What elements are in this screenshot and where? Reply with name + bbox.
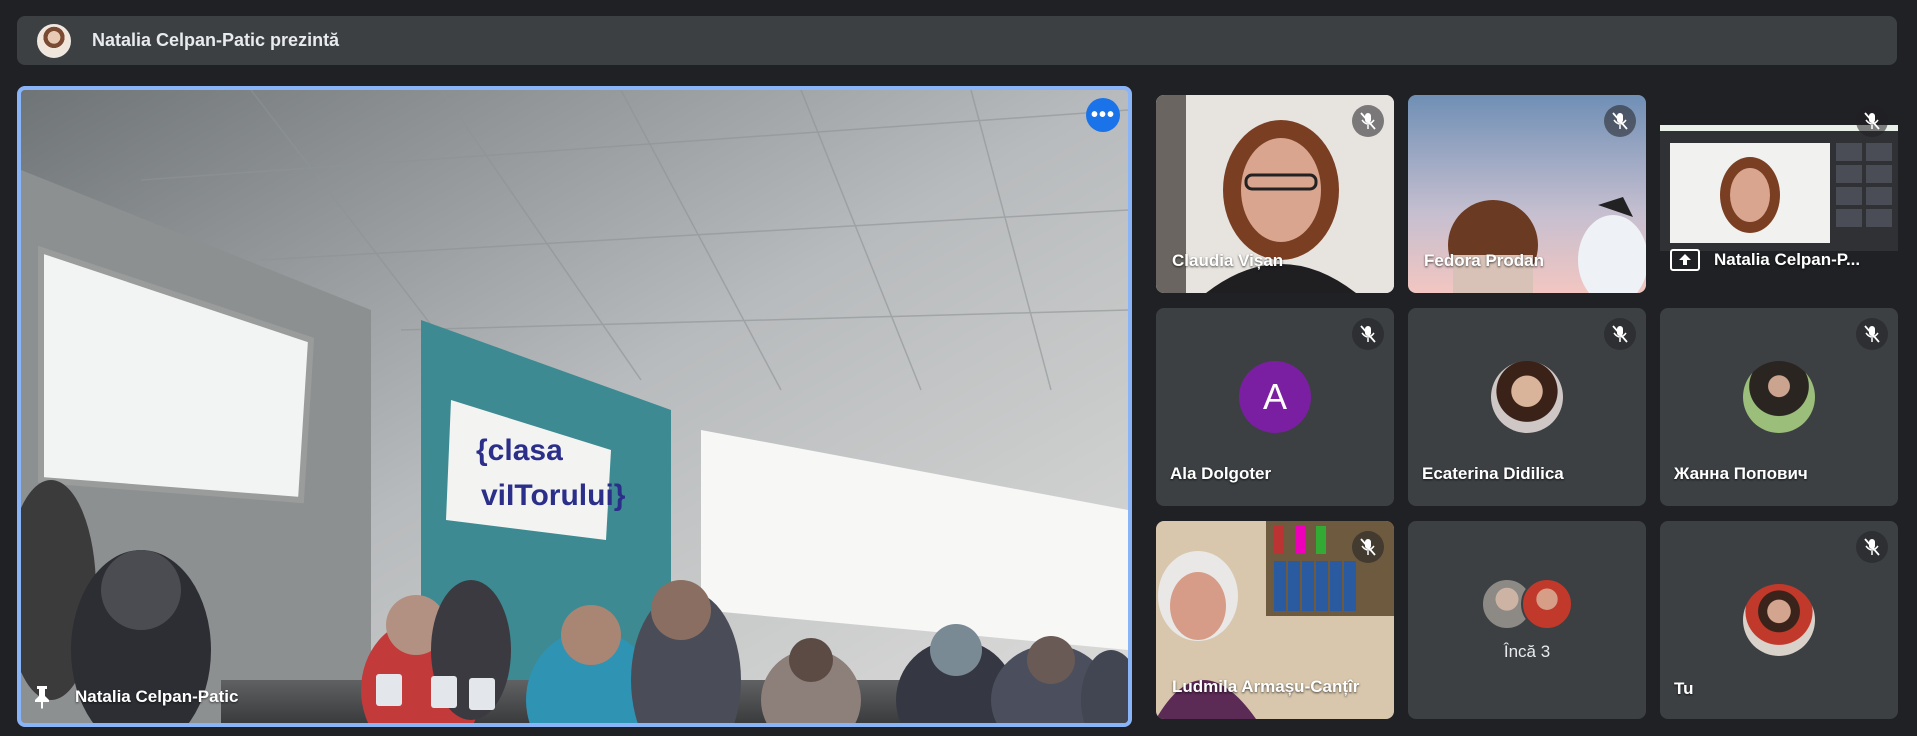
sign-line-2: viITorului} xyxy=(481,479,626,512)
pin-icon[interactable] xyxy=(33,685,51,709)
participant-name: Ecaterina Didilica xyxy=(1422,464,1564,483)
mic-off-icon xyxy=(1856,531,1888,563)
avatar xyxy=(1743,584,1815,656)
main-video-tile[interactable]: {clasa viITorului} ••• Natalia Celpan-Pa… xyxy=(17,86,1132,727)
more-participants-label: Încă 3 xyxy=(1503,642,1551,661)
mic-off-icon xyxy=(1352,105,1384,137)
mic-off-icon xyxy=(1604,105,1636,137)
participant-tile[interactable]: Ecaterina Didilica xyxy=(1408,308,1646,506)
participant-tile[interactable]: Fedora Prodan xyxy=(1408,95,1646,293)
main-participant-label: Natalia Celpan-Patic xyxy=(33,685,238,709)
participant-name: Жанна Попович xyxy=(1674,464,1808,483)
more-participants-tile[interactable]: Încă 3 xyxy=(1408,521,1646,719)
presenting-text: Natalia Celpan-Patic prezintă xyxy=(92,30,340,50)
participant-tile[interactable]: Claudia Vișan xyxy=(1156,95,1394,293)
participant-name: Tu xyxy=(1674,679,1694,698)
more-options-button[interactable]: ••• xyxy=(1086,98,1120,132)
mic-off-icon xyxy=(1604,318,1636,350)
participant-label: Natalia Celpan-P... xyxy=(1670,249,1860,271)
classroom-video: {clasa viITorului} xyxy=(21,90,1128,723)
participant-name: Natalia Celpan-P... xyxy=(1714,250,1861,269)
main-participant-name: Natalia Celpan-Patic xyxy=(75,687,239,706)
presenting-banner: Natalia Celpan-Patic prezintă xyxy=(17,16,1897,65)
participant-tile[interactable]: Ludmila Armașu-Canțîr xyxy=(1156,521,1394,719)
mic-off-icon xyxy=(1856,318,1888,350)
participant-name: Fedora Prodan xyxy=(1424,251,1544,270)
mic-off-icon xyxy=(1352,531,1384,563)
present-screen-icon xyxy=(1670,249,1700,271)
participant-name: Ala Dolgoter xyxy=(1170,464,1272,483)
presenter-avatar xyxy=(37,23,71,58)
sign-line-1: {clasa xyxy=(476,434,563,467)
avatar xyxy=(1743,361,1815,434)
avatar xyxy=(1491,361,1563,434)
participant-name: Claudia Vișan xyxy=(1172,251,1284,270)
self-tile[interactable]: Tu xyxy=(1660,521,1898,719)
avatar xyxy=(1521,578,1573,630)
letter-avatar: A xyxy=(1239,361,1311,434)
participant-tile[interactable]: Natalia Celpan-P... xyxy=(1660,95,1898,293)
participant-name: Ludmila Armașu-Canțîr xyxy=(1172,677,1360,696)
participant-tile[interactable]: Жанна Попович xyxy=(1660,308,1898,506)
more-participants: Încă 3 xyxy=(1481,578,1573,662)
mic-off-icon xyxy=(1856,105,1888,137)
participant-tile[interactable]: A Ala Dolgoter xyxy=(1156,308,1394,506)
mic-off-icon xyxy=(1352,318,1384,350)
